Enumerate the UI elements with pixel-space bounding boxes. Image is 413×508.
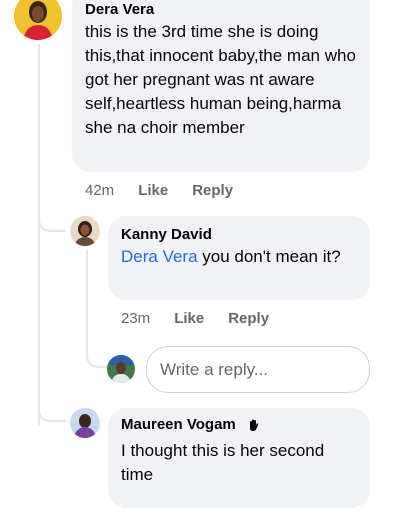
- reply-button[interactable]: Reply: [228, 310, 269, 327]
- thread-line-main: [38, 44, 40, 426]
- comment-text: this is the 3rd time she is doing this,t…: [85, 22, 356, 137]
- comment-text: Dera Vera you don't mean it?: [121, 245, 361, 269]
- person-photo-icon: [70, 408, 100, 438]
- like-button[interactable]: Like: [138, 182, 168, 199]
- comment-author[interactable]: Kanny David: [121, 225, 361, 245]
- comment-bubble: Dera Vera this is the 3rd time she is do…: [72, 0, 370, 172]
- thread-branch-reply: [38, 214, 66, 232]
- comment-bubble: Maureen Vogam I thought this is her seco…: [108, 408, 370, 508]
- person-photo-icon: [107, 355, 135, 383]
- comment-text-body: you don't mean it?: [197, 247, 341, 266]
- reply-input-placeholder: Write a reply...: [160, 359, 269, 379]
- comment-meta: 42m Like Reply: [85, 182, 257, 199]
- avatar[interactable]: [70, 408, 100, 438]
- waving-hand-icon: [243, 415, 264, 435]
- comment-author[interactable]: Dera Vera: [85, 0, 363, 20]
- comment-author[interactable]: Maureen Vogam: [121, 415, 236, 435]
- comment-text: I thought this is her second time: [121, 441, 325, 484]
- current-user-avatar: [107, 355, 135, 383]
- thread-branch-write: [86, 350, 108, 368]
- avatar[interactable]: [14, 0, 62, 40]
- person-photo-icon: [70, 216, 100, 246]
- person-photo-icon: [14, 0, 62, 40]
- reply-button[interactable]: Reply: [192, 182, 233, 199]
- reply-bubble: Kanny David Dera Vera you don't mean it?: [108, 216, 370, 300]
- comment-timestamp: 23m: [121, 310, 151, 327]
- comment-author-row: Maureen Vogam: [121, 415, 361, 435]
- comment-timestamp: 42m: [85, 182, 115, 199]
- mention-link[interactable]: Dera Vera: [121, 247, 198, 266]
- like-button[interactable]: Like: [174, 310, 204, 327]
- thread-line-nested: [86, 250, 88, 350]
- reply-input[interactable]: Write a reply...: [146, 346, 370, 393]
- thread-branch-second: [38, 400, 66, 422]
- comment-meta: 23m Like Reply: [121, 310, 293, 327]
- avatar[interactable]: [70, 216, 100, 246]
